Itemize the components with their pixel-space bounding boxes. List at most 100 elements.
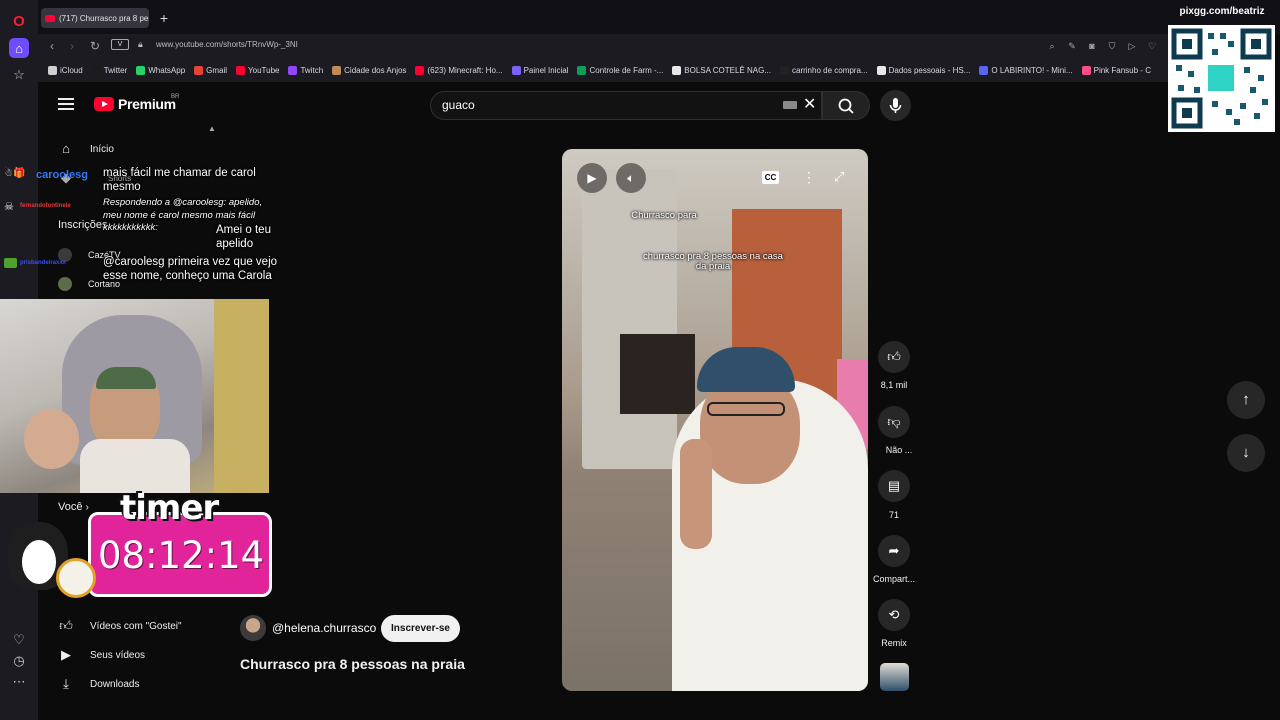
more-icon[interactable]: ⋯ xyxy=(9,672,29,692)
bookmark-item[interactable]: WhatsApp xyxy=(136,65,185,75)
channel-name[interactable]: @helena.churrasco xyxy=(272,621,376,635)
video-caption-top: Churrasco para xyxy=(631,210,697,221)
remix-label: Remix xyxy=(881,638,907,648)
bookmark-item[interactable]: Cidade dos Anjos xyxy=(332,65,406,75)
bookmark-item[interactable]: Twitter xyxy=(91,65,127,75)
raised-finger xyxy=(680,439,712,549)
bookmark-item[interactable]: carrinho de compra... xyxy=(780,65,868,75)
menu-icon[interactable] xyxy=(58,98,74,112)
sidebar-item-downloads[interactable]: ⤓ Downloads xyxy=(58,676,139,692)
reload-icon[interactable]: ↻ xyxy=(87,38,103,54)
sidebar-item-liked[interactable]: 👍︎ Vídeos com "Gostei" xyxy=(58,618,181,634)
bookmark-favicon-icon xyxy=(48,65,57,75)
vpn-badge[interactable]: V xyxy=(111,39,129,50)
dislike-button[interactable]: 👎︎ xyxy=(878,406,910,438)
bookmark-item[interactable]: O LABIRINTO! - Mini... xyxy=(979,65,1073,75)
stopwatch-icon xyxy=(56,558,96,598)
subscribe-button[interactable]: Inscrever-se xyxy=(381,615,460,642)
clear-search-icon[interactable]: ✕ xyxy=(803,96,816,114)
chat-username: caroolesg xyxy=(36,169,88,181)
like-button[interactable]: 👍︎ xyxy=(878,341,910,373)
bookmark-item[interactable]: (623) Minecraft: Ho... xyxy=(415,65,503,75)
sidebar-item-label: Você xyxy=(58,501,83,513)
search-query: guaco xyxy=(442,98,475,112)
play-icon[interactable]: ▷ xyxy=(1126,40,1138,52)
bookmark-item[interactable]: Dados pessoais - HS... xyxy=(876,65,970,75)
qr-code-icon xyxy=(1171,28,1272,129)
sidebar-item-your-videos[interactable]: ▶︎ Seus vídeos xyxy=(58,647,145,663)
youtube-logo[interactable]: Premium xyxy=(94,96,176,112)
streamer-shirt xyxy=(80,439,190,493)
bookmark-label: O LABIRINTO! - Mini... xyxy=(991,65,1073,75)
search-input[interactable] xyxy=(430,91,822,120)
yellow-door xyxy=(214,299,269,493)
bookmark-item[interactable]: Twitch xyxy=(288,65,323,75)
star-icon[interactable]: ☆ xyxy=(9,65,29,85)
bookmark-label: Painel Inicial xyxy=(523,65,569,75)
camera-icon[interactable]: ◙ xyxy=(1086,40,1098,52)
volume-button[interactable]: 🔈︎ xyxy=(616,163,646,193)
region-label: BR xyxy=(171,94,180,100)
captions-button[interactable]: CC xyxy=(762,171,779,184)
back-icon[interactable]: ‹ xyxy=(44,38,60,54)
shield-icon[interactable]: ⛉ xyxy=(1106,40,1118,52)
video-title[interactable]: Churrasco pra 8 pessoas na praia xyxy=(240,656,465,672)
youtube-favicon-icon xyxy=(45,14,55,22)
thumbs-up-icon: 👍︎ xyxy=(59,618,73,633)
bookmark-favicon-icon xyxy=(979,65,989,75)
fullscreen-icon[interactable]: ⤢ xyxy=(834,169,844,185)
heart-icon[interactable]: ♡ xyxy=(9,630,29,650)
share-button[interactable]: ➦ xyxy=(878,535,910,567)
tab-title: (717) Churrasco pra 8 pess xyxy=(59,13,149,23)
bookmark-favicon-icon xyxy=(780,65,789,75)
bookmark-favicon-icon xyxy=(1081,65,1091,75)
history-icon[interactable]: ◷ xyxy=(9,651,29,671)
sidebar-item-home[interactable]: ⌂ Início xyxy=(58,141,114,157)
opera-logo-icon[interactable]: O xyxy=(9,11,29,31)
video-icon: ▶︎ xyxy=(61,647,71,662)
channel-avatar xyxy=(58,277,72,291)
remix-button[interactable]: ⟲ xyxy=(878,599,910,631)
url-field[interactable]: www.youtube.com/shorts/TRnvWp-_3NI xyxy=(156,40,298,49)
bookmark-item[interactable]: YouTube xyxy=(236,65,279,75)
like-count: 8,1 mil xyxy=(880,380,908,390)
bookmark-favicon-icon xyxy=(876,65,886,75)
home-icon[interactable]: ⌂ xyxy=(9,38,29,58)
edit-icon[interactable]: ✎ xyxy=(1066,40,1078,52)
voice-search-button[interactable] xyxy=(880,90,911,121)
bookmark-favicon-icon xyxy=(332,65,342,75)
comments-button[interactable]: ▤ xyxy=(878,470,910,502)
youtube-play-icon xyxy=(94,97,114,111)
more-options-icon[interactable]: ⋮ xyxy=(802,169,816,186)
new-tab-button[interactable]: + xyxy=(156,10,172,26)
tab-active[interactable]: (717) Churrasco pra 8 pess xyxy=(41,8,149,28)
previous-short-button[interactable]: ↑ xyxy=(1227,381,1265,419)
sidebar-section-subscriptions[interactable]: Inscrições xyxy=(58,219,108,231)
bookmark-item[interactable]: Gmail xyxy=(194,65,228,75)
sound-thumbnail[interactable] xyxy=(880,663,909,691)
timer-value: 08:12:14 xyxy=(98,534,265,577)
sidebar-section-you[interactable]: Você › xyxy=(58,501,89,513)
forward-icon[interactable]: › xyxy=(64,38,80,54)
bookmark-item[interactable]: iCloud xyxy=(48,65,83,75)
bookmark-item[interactable]: Painel Inicial xyxy=(511,65,569,75)
collapse-icon[interactable]: ▲ xyxy=(208,124,216,133)
bookmark-item[interactable]: Pink Fansub - C xyxy=(1081,65,1151,75)
sidebar-item-label: Downloads xyxy=(90,678,140,690)
next-short-button[interactable]: ↓ xyxy=(1227,434,1265,472)
chat-message: Amei o teu apelido xyxy=(216,224,271,250)
bookmark-label: Gmail xyxy=(206,65,228,75)
lock-icon[interactable]: 🔒︎ xyxy=(138,39,143,50)
channel-avatar[interactable] xyxy=(240,615,266,641)
bookmark-item[interactable]: Controle de Farm -... xyxy=(577,65,663,75)
short-video-player[interactable]: ▶ 🔈︎ CC ⋮ ⤢ Churrasco para churrasco pra… xyxy=(562,149,868,691)
bookmark-favicon-icon xyxy=(288,65,298,75)
sidebar-item-label: Início xyxy=(90,143,114,155)
search-page-icon[interactable]: ⌕ xyxy=(1046,40,1058,52)
bookmark-item[interactable]: BOLSA COTELÊ NAG... xyxy=(672,65,771,75)
keyboard-icon[interactable] xyxy=(783,101,797,109)
search-button[interactable] xyxy=(822,91,870,120)
search-icon xyxy=(838,98,854,114)
play-button[interactable]: ▶ xyxy=(577,163,607,193)
heart-outline-icon[interactable]: ♡ xyxy=(1146,40,1158,52)
